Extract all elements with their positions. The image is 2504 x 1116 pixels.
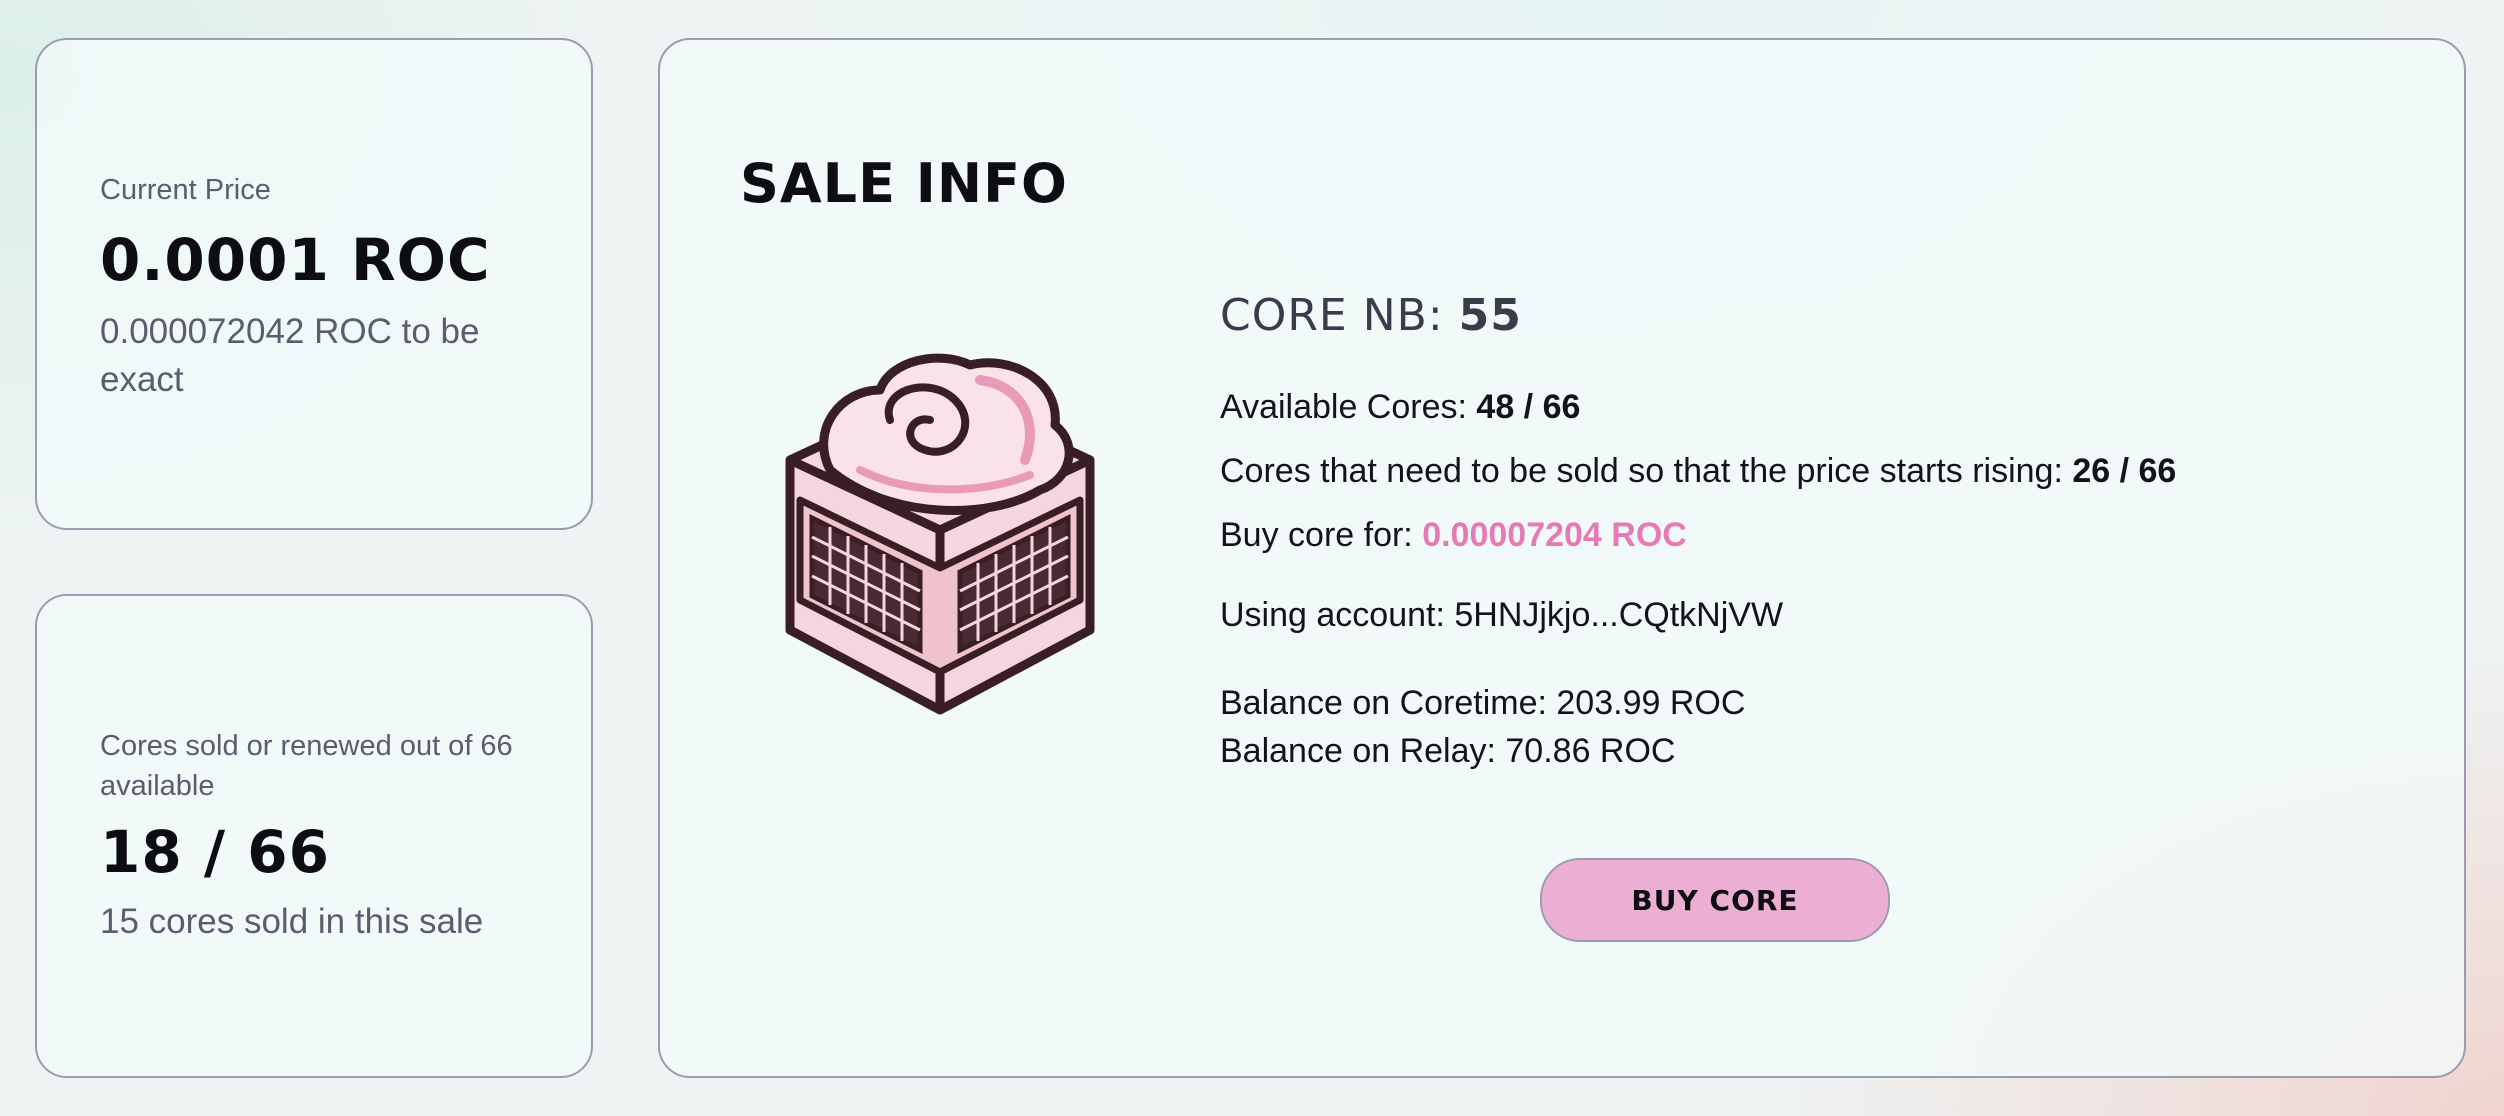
current-price-exact: 0.000072042 ROC to be exact [100, 312, 480, 399]
sale-info-title: SALE INFO [740, 152, 1068, 215]
current-price-value: 0.0001 ROC [100, 226, 491, 294]
available-cores-value: 48 / 66 [1476, 388, 1581, 426]
core-number: CORE NB: 55 [1220, 290, 1522, 341]
buy-for: Buy core for: 0.00007204 ROC [1220, 516, 1687, 555]
cores-sold-card: Cores sold or renewed out of 66 availabl… [35, 594, 593, 1078]
buy-for-label: Buy core for: [1220, 516, 1413, 554]
current-price-card: Current Price 0.0001 ROC 0.000072042 ROC… [35, 38, 593, 530]
core-chip-icon [785, 353, 1095, 715]
account-label: Using account: [1220, 596, 1445, 634]
cores-needed-label: Cores that need to be sold so that the p… [1220, 452, 2063, 490]
balance-relay: Balance on Relay: 70.86 ROC [1220, 732, 1676, 770]
buy-core-button[interactable]: BUY CORE [1540, 858, 1890, 942]
balance-coretime: Balance on Coretime: 203.99 ROC [1220, 684, 1746, 722]
account: Using account: 5HNJjkjo...CQtkNjVW [1220, 596, 1783, 635]
core-number-value: 55 [1458, 290, 1522, 341]
cores-needed-value: 26 / 66 [2072, 452, 2177, 490]
buy-for-value: 0.00007204 ROC [1422, 516, 1687, 554]
account-value: 5HNJjkjo...CQtkNjVW [1454, 596, 1784, 634]
cores-sold-label: Cores sold or renewed out of 66 availabl… [100, 730, 513, 802]
sale-info-card: SALE INFO CORE NB: 55 Available Cores: 4… [658, 38, 2466, 1078]
cores-sold-sub: 15 cores sold in this sale [100, 902, 484, 941]
cores-sold-value: 18 / 66 [100, 818, 330, 886]
core-number-label: CORE NB: [1220, 290, 1444, 341]
current-price-label: Current Price [100, 174, 271, 206]
available-cores: Available Cores: 48 / 66 [1220, 388, 1580, 427]
available-cores-label: Available Cores: [1220, 388, 1467, 426]
cores-needed: Cores that need to be sold so that the p… [1220, 452, 2176, 491]
